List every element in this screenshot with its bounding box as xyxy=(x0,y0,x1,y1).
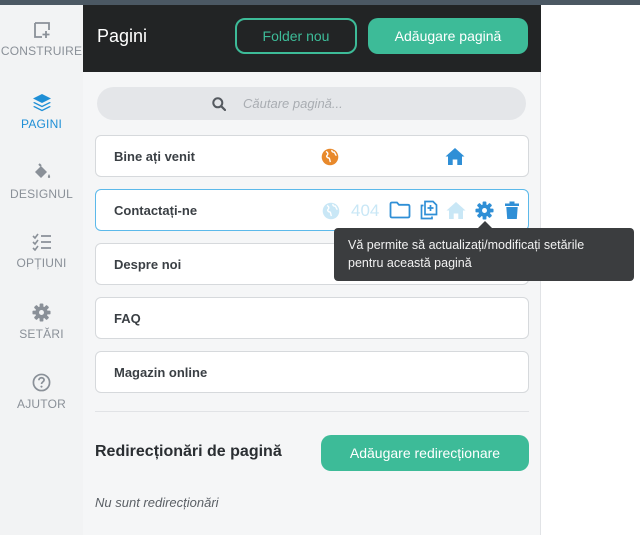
new-folder-button[interactable]: Folder nou xyxy=(235,18,357,54)
page-name: Magazin online xyxy=(114,365,208,380)
page-row-faq[interactable]: FAQ xyxy=(95,297,529,339)
add-redirect-button[interactable]: Adăugare redirecționare xyxy=(321,435,529,471)
home-icon[interactable] xyxy=(446,201,466,220)
page-name: Bine ați venit xyxy=(114,149,195,164)
panel-title: Pagini xyxy=(97,26,148,46)
home-icon[interactable] xyxy=(445,147,465,166)
page-row-magazin-online[interactable]: Magazin online xyxy=(95,351,529,393)
page-name: Despre noi xyxy=(114,257,182,272)
settings-tooltip: Vă permite să actualizați/modificați set… xyxy=(334,228,634,281)
nav-ajutor[interactable]: AJUTOR xyxy=(0,373,83,411)
add-page-button[interactable]: Adăugare pagină xyxy=(368,18,528,54)
page-row-bine-ati-venit[interactable]: Bine ați venit xyxy=(95,135,529,177)
nav-construire[interactable]: CONSTRUIRE xyxy=(0,21,83,58)
page-row-contactati-ne[interactable]: Contactați-ne 404 xyxy=(95,189,529,231)
page-name: Contactați-ne xyxy=(114,203,198,218)
globe-icon[interactable] xyxy=(322,202,340,220)
nav-label: AJUTOR xyxy=(17,397,66,411)
duplicate-icon[interactable] xyxy=(420,200,438,220)
nav-optiuni[interactable]: OPȚIUNI xyxy=(0,233,83,270)
panel-header: Pagini Folder nou Adăugare pagină xyxy=(83,5,541,72)
page-name: FAQ xyxy=(114,311,141,326)
nav-label: OPȚIUNI xyxy=(16,256,67,270)
paint-bucket-icon xyxy=(34,163,50,178)
left-sidebar: CONSTRUIRE PAGINI DESIGNUL OPȚIUNI SETĂR… xyxy=(0,5,83,535)
nav-designul[interactable]: DESIGNUL xyxy=(0,163,83,201)
globe-icon[interactable] xyxy=(321,148,339,166)
trash-icon[interactable] xyxy=(504,201,520,220)
section-divider xyxy=(95,411,529,412)
gear-icon[interactable] xyxy=(475,201,494,220)
checklist-icon xyxy=(31,233,51,251)
help-icon xyxy=(32,373,51,392)
nav-label: SETĂRI xyxy=(19,327,64,341)
search-icon xyxy=(212,97,226,111)
gear-icon xyxy=(32,303,51,322)
search-bar xyxy=(97,87,526,120)
error-404-toggle[interactable]: 404 xyxy=(351,201,379,221)
tooltip-arrow xyxy=(478,221,492,228)
nav-setari[interactable]: SETĂRI xyxy=(0,303,83,341)
redirects-empty-text: Nu sunt redirecționări xyxy=(95,495,219,510)
build-add-icon xyxy=(33,22,50,38)
search-input[interactable] xyxy=(243,92,503,115)
redirects-title: Redirecționări de pagină xyxy=(95,443,282,460)
nav-label: CONSTRUIRE xyxy=(0,44,83,58)
nav-label: PAGINI xyxy=(21,117,62,131)
layers-icon xyxy=(32,94,51,112)
nav-label: DESIGNUL xyxy=(10,187,73,201)
nav-pagini[interactable]: PAGINI xyxy=(0,93,83,131)
folder-icon[interactable] xyxy=(389,201,411,219)
